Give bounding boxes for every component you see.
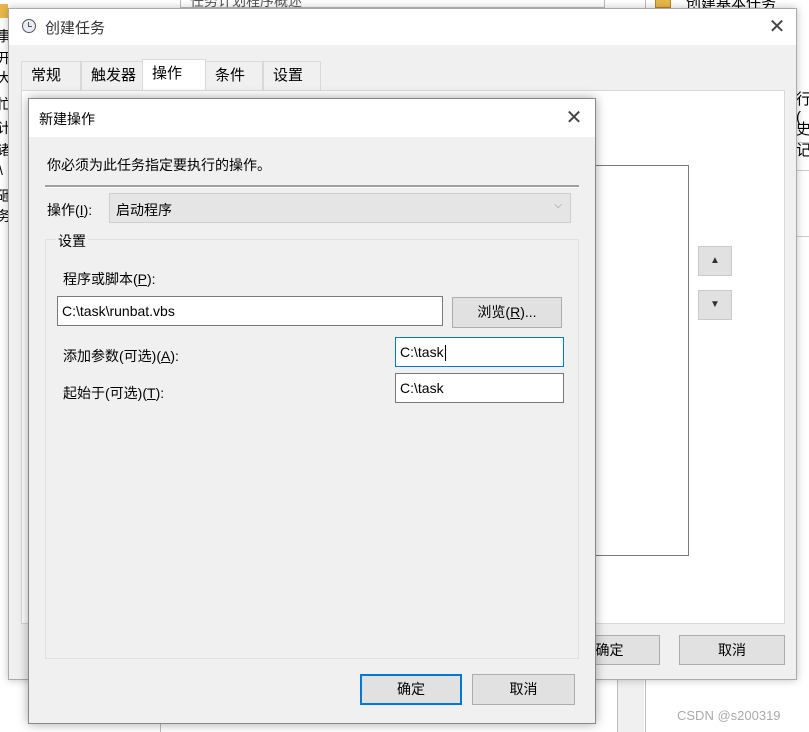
background-divider: [797, 236, 809, 237]
new-action-title: 新建操作: [39, 111, 95, 127]
program-label: 程序或脚本(P):: [63, 271, 156, 287]
background-strip: [618, 680, 644, 732]
background-folder-icon: [0, 4, 8, 18]
new-action-close-icon[interactable]: ✕: [563, 107, 585, 129]
new-action-ok-button[interactable]: 确定: [360, 674, 462, 705]
move-up-button[interactable]: ▲: [698, 246, 732, 276]
action-type-select[interactable]: 启动程序 ⌵: [109, 193, 571, 223]
actions-list[interactable]: [593, 165, 689, 556]
arguments-label: 添加参数(可选)(A):: [63, 348, 179, 364]
tab-general[interactable]: 常规: [21, 61, 81, 90]
browse-button[interactable]: 浏览(R)...: [452, 297, 562, 328]
arguments-input[interactable]: C:\task: [395, 337, 564, 367]
program-script-input[interactable]: C:\task\runbat.vbs: [57, 296, 443, 326]
separator: [45, 185, 579, 188]
move-down-button[interactable]: ▼: [698, 290, 732, 320]
start-in-label: 起始于(可选)(T):: [63, 385, 165, 401]
background-divider: [797, 142, 809, 143]
chevron-down-icon: ⌵: [554, 200, 562, 211]
tab-actions[interactable]: 操作: [142, 59, 206, 91]
instruction-text: 你必须为此任务指定要执行的操作。: [47, 157, 271, 173]
create-task-close-icon[interactable]: ✕: [766, 16, 788, 38]
watermark: CSDN @s200319: [677, 708, 781, 723]
create-task-title: 创建任务: [45, 20, 106, 37]
new-action-titlebar: [29, 99, 595, 137]
background-left-char: \: [0, 162, 3, 178]
background-divider: [797, 170, 809, 171]
tab-triggers[interactable]: 触发器: [81, 61, 151, 90]
background-fragment-2: 史记: [796, 121, 809, 159]
new-action-cancel-button[interactable]: 取消: [472, 674, 575, 705]
new-action-dialog: 新建操作 ✕ 你必须为此任务指定要执行的操作。 操作(I): 启动程序 ⌵ 设置…: [28, 98, 596, 724]
clock-icon: [22, 19, 36, 33]
create-task-cancel-button[interactable]: 取消: [679, 635, 785, 665]
action-type-value: 启动程序: [116, 202, 172, 218]
settings-legend: 设置: [56, 231, 88, 251]
tab-conditions[interactable]: 条件: [205, 61, 263, 90]
start-in-input[interactable]: C:\task: [395, 373, 564, 403]
action-label: 操作(I):: [47, 202, 93, 218]
create-task-titlebar: [9, 9, 796, 45]
task-folder-icon: [655, 0, 671, 8]
tab-settings[interactable]: 设置: [263, 61, 321, 90]
